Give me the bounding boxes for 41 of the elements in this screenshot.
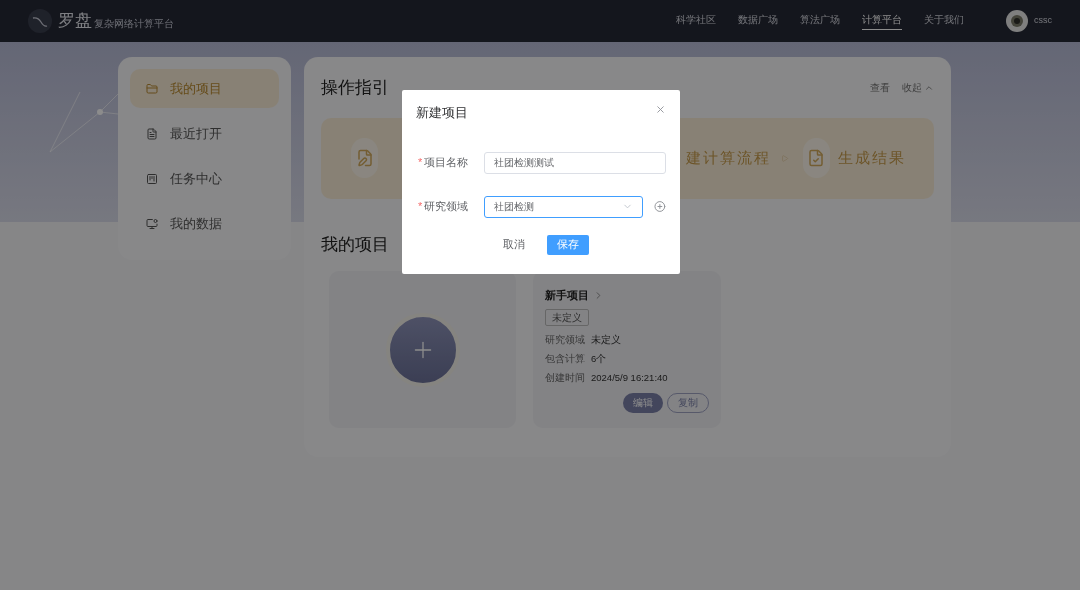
field-value: 6个 [591, 351, 607, 366]
view-link[interactable]: 查看 [870, 80, 890, 96]
logo-text: 罗盘 [58, 10, 92, 33]
guide-step: 建计算流程 [686, 146, 772, 170]
logo-icon [28, 9, 52, 33]
section-title: 操作指引 [321, 77, 389, 99]
add-icon[interactable] [654, 200, 666, 213]
nav-link[interactable]: 关于我们 [924, 12, 964, 30]
input-field[interactable]: 社团检测测试 [484, 151, 666, 174]
nav-link[interactable]: 计算平台 [862, 12, 902, 30]
check-file-icon [802, 138, 830, 178]
sidebar-item[interactable]: 我的项目 [130, 69, 279, 108]
field-value: 未定义 [591, 332, 621, 347]
field-label: 项目名称 [424, 155, 469, 171]
nav-link[interactable]: 科学社区 [676, 12, 716, 30]
field-label: 包含计算 [545, 351, 585, 366]
field-label: 研究领域 [424, 199, 469, 215]
project-tag: 未定义 [545, 308, 589, 326]
edit-file-icon [351, 138, 379, 178]
sidebar-item[interactable]: 最近打开 [130, 114, 279, 153]
sidebar-item[interactable]: 任务中心 [130, 159, 279, 198]
required-mark: * [418, 155, 423, 171]
select-field[interactable]: 社团检测 [484, 195, 644, 218]
close-icon[interactable] [655, 104, 666, 116]
nav-link[interactable]: 数据广场 [738, 12, 778, 30]
user-name: cssc [1034, 14, 1052, 28]
nav-link[interactable]: 算法广场 [800, 12, 840, 30]
guide-step: 生成结果 [838, 146, 906, 170]
field-value: 2024/5/9 16:21:40 [591, 370, 668, 385]
project-title[interactable]: 新手项目 [545, 287, 589, 304]
field-label: 创建时间 [545, 370, 585, 385]
required-mark: * [418, 199, 423, 215]
logo-subtitle: 复杂网络计算平台 [94, 16, 174, 31]
field-label: 研究领域 [545, 332, 585, 347]
collapse-link[interactable]: 收起 [902, 80, 922, 96]
sidebar-item[interactable]: 我的数据 [130, 204, 279, 243]
avatar-icon[interactable] [1006, 10, 1028, 32]
section-title: 我的项目 [321, 233, 389, 256]
new-project-card[interactable] [329, 271, 516, 428]
dialog-title: 新建项目 [416, 104, 468, 122]
save-button[interactable]: 保存 [547, 234, 589, 255]
